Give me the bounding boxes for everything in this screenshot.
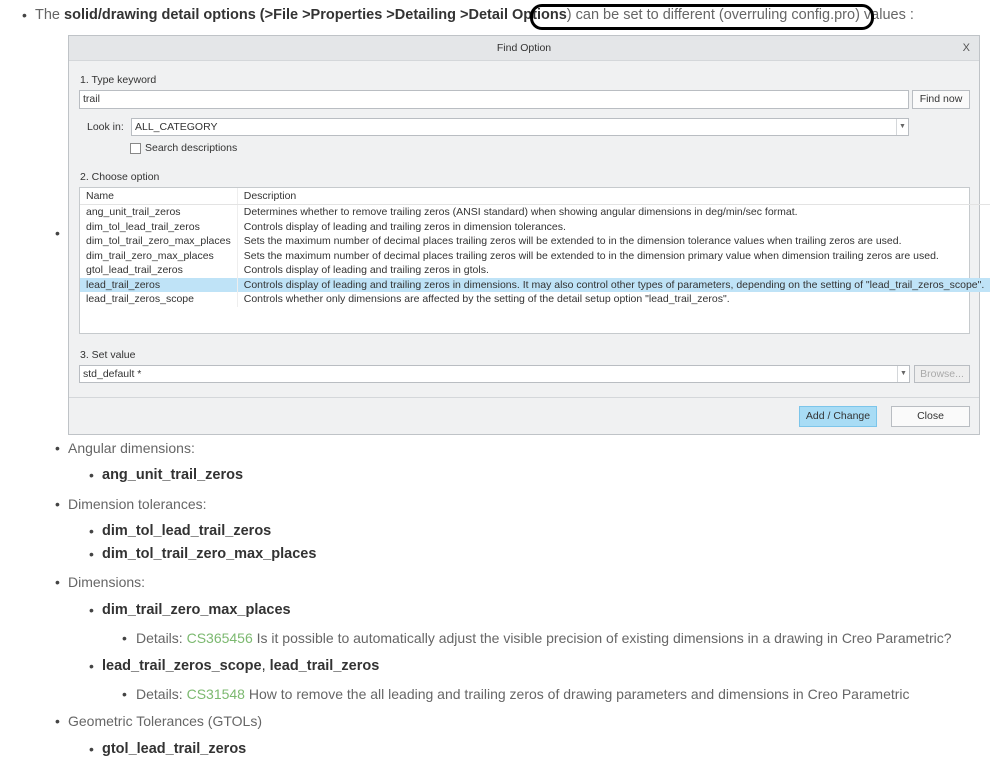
find-option-dialog: Find Option X 1. Type keyword trail Find … [68,35,991,435]
highlight-oval [530,4,874,30]
list-item: ang_unit_trail_zeros [102,467,244,483]
option-description: Controls display of leading and trailing… [236,277,991,292]
find-now-button[interactable]: Find now [912,90,970,109]
bullet: • [122,686,127,702]
dialog-title-bar: Find Option X [69,36,979,61]
bullet: • [55,574,60,590]
options-table: Name Description ang_unit_trail_zeros Dete… [79,187,991,334]
step3-label: 3. Set value [80,349,136,361]
add-change-button[interactable]: Add / Change [799,406,877,427]
option-description: Controls whether only dimensions are aff… [236,292,991,307]
keyword-input[interactable]: trail [79,90,909,109]
step1-label: 1. Type keyword [80,74,157,86]
search-descriptions-checkbox[interactable] [130,143,141,154]
search-descriptions-label: Search descriptions [145,142,238,154]
look-in-select[interactable]: ALL_CATEGORY ▼ [131,118,909,136]
close-button[interactable]: Close [891,406,970,427]
close-icon[interactable]: X [963,36,970,60]
divider [69,397,979,398]
option-name: ang_unit_trail_zeros [86,206,181,219]
option-description: Sets the maximum number of decimal place… [236,248,991,263]
list-heading: Dimension tolerances: [68,496,207,512]
table-row[interactable]: dim_tol_lead_trail_zeros Controls display… [80,219,991,234]
bullet: • [89,658,94,674]
column-header-name[interactable]: Name [80,188,238,205]
bullet: • [89,467,94,483]
column-header-description[interactable]: Description [236,188,991,205]
option-name: dim_tol_trail_zero_max_places [86,235,231,248]
table-row[interactable]: dim_tol_trail_zero_max_places Sets the ma… [80,234,991,249]
bullet: • [55,496,60,512]
bullet: • [89,602,94,618]
bullet: • [89,741,94,757]
option-description: Sets the maximum number of decimal place… [236,234,991,249]
bullet: • [89,546,94,562]
list-item: lead_trail_zeros_scope, lead_trail_zeros [102,658,380,674]
bullet: • [122,630,127,646]
option-name: gtol_lead_trail_zeros [86,264,183,277]
table-row[interactable]: gtol_lead_trail_zeros Controls display of… [80,263,991,278]
chevron-down-icon[interactable]: ▼ [896,119,908,135]
list-item: gtol_lead_trail_zeros [102,741,247,757]
option-name: lead_trail_zeros [80,277,238,292]
bullet: • [55,713,60,729]
option-description: Controls display of leading and trailing… [236,263,991,278]
details-line: Details: CS365456 Is it possible to auto… [136,630,952,646]
step2-label: 2. Choose option [80,171,160,183]
list-heading: Dimensions: [68,574,146,590]
browse-button[interactable]: Browse... [914,365,970,383]
option-name: lead_trail_zeros_scope [86,293,194,306]
cs365456-link[interactable]: CS365456 [187,630,253,646]
list-heading: Geometric Tolerances (GTOLs) [68,713,262,729]
bullet: • [22,7,27,23]
table-row-selected[interactable]: lead_trail_zeros Controls display of lead… [80,277,991,292]
look-in-value: ALL_CATEGORY [135,121,218,133]
value-select[interactable]: std_default * ▼ [79,365,910,383]
chevron-down-icon[interactable]: ▼ [897,366,909,382]
bullet: • [89,523,94,539]
table-row[interactable]: lead_trail_zeros_scope Controls whether o… [80,292,991,307]
look-in-label: Look in: [87,121,124,133]
bullet: • [55,440,60,456]
option-description: Controls display of leading and trailing… [236,219,991,234]
cs31548-link[interactable]: CS31548 [187,686,245,702]
option-description: Determines whether to remove trailing ze… [236,204,991,220]
bullet: • [55,225,60,241]
dialog-title: Find Option [496,42,552,54]
list-heading: Angular dimensions: [68,440,195,456]
option-name: dim_trail_zero_max_places [86,249,214,262]
list-item: dim_trail_zero_max_places [102,602,291,618]
value-text: std_default * [83,368,142,380]
table-row[interactable]: ang_unit_trail_zeros Determines whether t… [80,204,991,220]
table-row[interactable]: dim_trail_zero_max_places Sets the maximu… [80,248,991,263]
option-name: dim_tol_lead_trail_zeros [86,220,200,233]
list-item: dim_tol_trail_zero_max_places [102,546,317,562]
details-line: Details: CS31548 How to remove the all l… [136,686,910,702]
list-item: dim_tol_lead_trail_zeros [102,523,272,539]
